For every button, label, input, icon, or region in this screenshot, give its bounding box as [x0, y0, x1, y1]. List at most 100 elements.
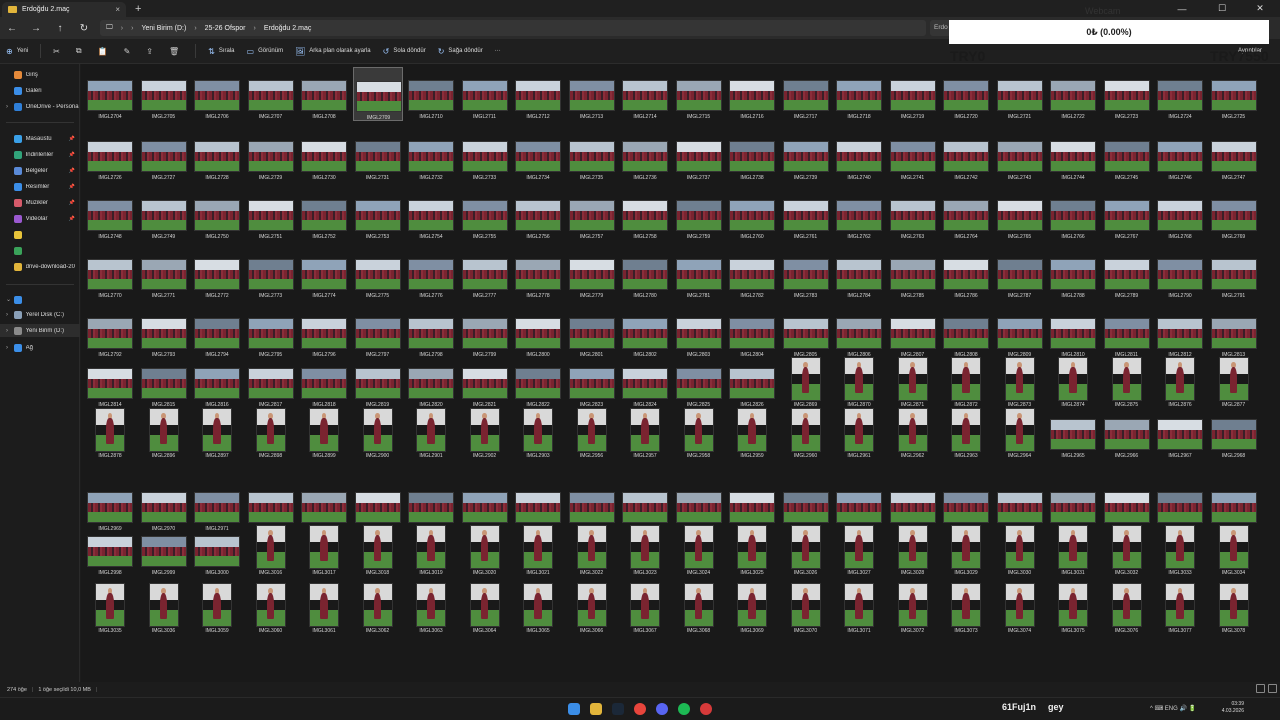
command-rotate-left-button[interactable]: ↺ Sola döndür: [383, 47, 426, 56]
file-item[interactable]: IMGL3078: [1209, 581, 1259, 635]
file-item[interactable]: IMGL2771: [139, 246, 189, 300]
file-item[interactable]: IMGL2963: [941, 406, 991, 460]
file-item[interactable]: IMGL2820: [406, 355, 456, 409]
file-item[interactable]: IMGL2823: [567, 355, 617, 409]
file-item[interactable]: IMGL2761: [781, 187, 831, 241]
file-item[interactable]: IMGL2726: [85, 128, 135, 182]
sidebar-item-i-ndirilenler[interactable]: İndirilenler 📌: [0, 148, 80, 161]
file-item[interactable]: IMGL3070: [781, 581, 831, 635]
file-item[interactable]: IMGL3029: [941, 523, 991, 577]
file-item[interactable]: IMGL3000: [192, 523, 242, 577]
file-item[interactable]: IMGL2778: [513, 246, 563, 300]
file-item[interactable]: IMGL3035: [85, 581, 135, 635]
file-item[interactable]: IMGL3066: [567, 581, 617, 635]
file-item[interactable]: IMGL2766: [1048, 187, 1098, 241]
file-item[interactable]: IMGL2962: [888, 406, 938, 460]
back-button[interactable]: ←: [0, 17, 24, 39]
file-item[interactable]: IMGL2758: [620, 187, 670, 241]
file-item[interactable]: IMGL3020: [460, 523, 510, 577]
file-item[interactable]: IMGL2728: [192, 128, 242, 182]
file-item[interactable]: IMGL2869: [781, 355, 831, 409]
file-item[interactable]: IMGL2751: [246, 187, 296, 241]
file-item[interactable]: IMGL2745: [1102, 128, 1152, 182]
file-item[interactable]: IMGL2800: [513, 305, 563, 359]
file-item[interactable]: IMGL2750: [192, 187, 242, 241]
file-item[interactable]: IMGL2757: [567, 187, 617, 241]
file-item[interactable]: IMGL2715: [674, 67, 724, 121]
file-item[interactable]: IMGL2787: [995, 246, 1045, 300]
file-item[interactable]: IMGL2783: [781, 246, 831, 300]
app-icon[interactable]: [700, 703, 712, 715]
file-item[interactable]: IMGL2903: [513, 406, 563, 460]
file-item[interactable]: IMGL2877: [1209, 355, 1259, 409]
file-item[interactable]: IMGL2958: [674, 406, 724, 460]
file-item[interactable]: IMGL2719: [888, 67, 938, 121]
sidebar-item-galeri[interactable]: Galeri: [0, 84, 80, 97]
file-item[interactable]: IMGL3032: [1102, 523, 1152, 577]
file-item[interactable]: IMGL2798: [406, 305, 456, 359]
file-item[interactable]: IMGL2746: [1155, 128, 1205, 182]
file-item[interactable]: IMGL2742: [941, 128, 991, 182]
file-item[interactable]: IMGL2871: [888, 355, 938, 409]
file-item[interactable]: IMGL2791: [1209, 246, 1259, 300]
file-item[interactable]: IMGL3075: [1048, 581, 1098, 635]
file-item[interactable]: IMGL2724: [1155, 67, 1205, 121]
file-item[interactable]: IMGL2797: [353, 305, 403, 359]
file-item[interactable]: IMGL2711: [460, 67, 510, 121]
file-item[interactable]: IMGL2788: [1048, 246, 1098, 300]
file-item[interactable]: IMGL2708: [299, 67, 349, 121]
file-item[interactable]: IMGL3062: [353, 581, 403, 635]
file-item[interactable]: IMGL2720: [941, 67, 991, 121]
sidebar-item-arrow[interactable]: [0, 244, 80, 257]
sidebar-item-star[interactable]: [0, 228, 80, 241]
maximize-button[interactable]: ☐: [1202, 0, 1242, 17]
file-item[interactable]: IMGL3061: [299, 581, 349, 635]
file-item[interactable]: IMGL2748: [85, 187, 135, 241]
file-item[interactable]: IMGL2901: [406, 406, 456, 460]
command-rename-button[interactable]: ✎: [124, 47, 135, 56]
file-item[interactable]: IMGL2710: [406, 67, 456, 121]
file-item[interactable]: IMGL3017: [299, 523, 349, 577]
file-item[interactable]: IMGL2822: [513, 355, 563, 409]
file-item[interactable]: IMGL2807: [888, 305, 938, 359]
file-item[interactable]: IMGL2796: [299, 305, 349, 359]
sidebar-item-onedrive-persona[interactable]: › OneDrive - Persona: [0, 100, 80, 113]
file-item[interactable]: IMGL2808: [941, 305, 991, 359]
file-item[interactable]: IMGL2873: [995, 355, 1045, 409]
refresh-button[interactable]: ↻: [72, 17, 96, 39]
file-item[interactable]: IMGL3074: [995, 581, 1045, 635]
discord-icon[interactable]: [656, 703, 668, 715]
file-item[interactable]: IMGL2802: [620, 305, 670, 359]
breadcrumb-season[interactable]: 25-26 Ofspor: [205, 25, 246, 32]
file-item[interactable]: IMGL3026: [781, 523, 831, 577]
forward-button[interactable]: →: [24, 17, 48, 39]
file-item[interactable]: IMGL2782: [727, 246, 777, 300]
chevron-icon[interactable]: ›: [6, 104, 14, 110]
command-copy-button[interactable]: ⧉: [76, 46, 86, 56]
file-item[interactable]: IMGL2812: [1155, 305, 1205, 359]
file-item[interactable]: IMGL2722: [1048, 67, 1098, 121]
file-item[interactable]: IMGL2790: [1155, 246, 1205, 300]
file-item[interactable]: IMGL2968: [1209, 406, 1259, 460]
file-item[interactable]: IMGL3025: [727, 523, 777, 577]
file-item[interactable]: IMGL2736: [620, 128, 670, 182]
command-delete-button[interactable]: 🗑: [169, 47, 183, 56]
file-item[interactable]: IMGL3063: [406, 581, 456, 635]
file-item[interactable]: IMGL2744: [1048, 128, 1098, 182]
file-item[interactable]: IMGL2770: [85, 246, 135, 300]
file-item[interactable]: IMGL2714: [620, 67, 670, 121]
details-view-icon[interactable]: [1256, 684, 1265, 693]
file-item[interactable]: IMGL2874: [1048, 355, 1098, 409]
file-item[interactable]: IMGL3022: [567, 523, 617, 577]
start-icon[interactable]: [568, 703, 580, 715]
file-item[interactable]: IMGL3076: [1102, 581, 1152, 635]
close-button[interactable]: ✕: [1240, 0, 1280, 17]
file-item[interactable]: IMGL2902: [460, 406, 510, 460]
sidebar-item-videolar[interactable]: Videolar 📌: [0, 212, 80, 225]
file-item[interactable]: IMGL2959: [727, 406, 777, 460]
sidebar-item-ağ[interactable]: › Ağ: [0, 341, 80, 354]
file-item[interactable]: IMGL2767: [1102, 187, 1152, 241]
spotify-icon[interactable]: [678, 703, 690, 715]
file-item[interactable]: IMGL3030: [995, 523, 1045, 577]
file-item[interactable]: IMGL2872: [941, 355, 991, 409]
